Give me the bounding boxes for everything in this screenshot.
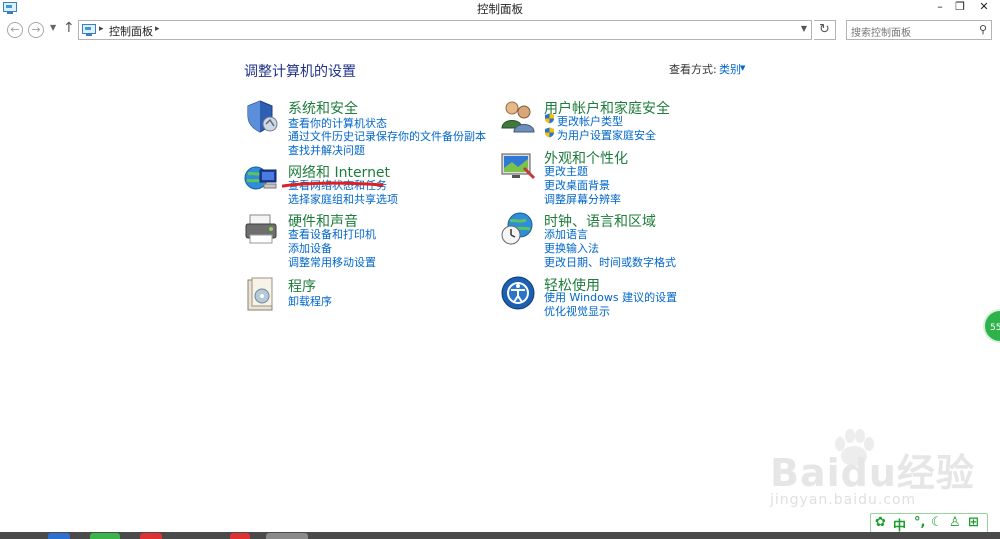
network-globe-icon[interactable] [244,162,280,198]
link-uninstall-program[interactable]: 卸载程序 [288,293,332,309]
taskbar [0,532,1000,539]
printer-icon[interactable] [244,211,280,247]
watermark-text: Baidu经验 [770,451,975,495]
chevron-down-icon[interactable]: ▼ [740,64,745,72]
taskbar-item[interactable] [90,533,120,539]
link-optimize-visual-display[interactable]: 优化视觉显示 [544,303,610,319]
minimize-button[interactable]: – [930,0,950,15]
breadcrumb-control-panel[interactable]: 控制面板 [109,23,153,39]
watermark-url: jingyan.baidu.com [770,492,917,508]
up-button[interactable]: ↑ [63,20,75,36]
link-mobility-settings[interactable]: 调整常用移动设置 [288,254,376,270]
user-icon[interactable]: ♙ [949,515,961,530]
punctuation-icon[interactable]: °, [914,515,925,530]
search-input[interactable]: 搜索控制面板 ⚲ [846,20,992,40]
refresh-button[interactable]: ↻ [814,20,836,40]
ime-toolbar: ✿ 中 °, ☾ ♙ ⊞ [870,513,988,534]
taskbar-item[interactable] [48,533,70,539]
baidu-watermark: Baidu经验 jingyan.baidu.com [762,428,982,518]
moon-icon[interactable]: ☾ [931,515,943,530]
page-title: 调整计算机的设置 [244,64,356,80]
window-title: 控制面板 [477,2,523,16]
link-homegroup-sharing[interactable]: 选择家庭组和共享选项 [288,191,398,207]
uac-shield-icon [545,113,554,124]
address-box[interactable]: ▸ 控制面板 ▸ ▼ [78,20,812,40]
address-toolbar: ← → ▼ ↑ ▸ 控制面板 ▸ ▼ ↻ 搜索控制面板 ⚲ [0,17,1000,43]
floating-badge[interactable]: 55 [983,309,1000,343]
grid-icon[interactable]: ⊞ [968,515,979,530]
link-date-time-format[interactable]: 更改日期、时间或数字格式 [544,254,676,270]
title-bar: 控制面板 – ❐ ✕ [0,0,1000,17]
clock-globe-icon[interactable] [500,211,536,247]
forward-button[interactable]: → [28,22,44,38]
link-family-safety[interactable]: 为用户设置家庭安全 [557,127,656,143]
breadcrumb-chevron-icon[interactable]: ▸ [155,24,160,34]
address-dropdown-icon[interactable]: ▼ [801,24,807,33]
red-annotation-underline [282,181,384,188]
recent-locations-dropdown[interactable]: ▼ [50,23,56,32]
paw-icon[interactable]: ✿ [875,515,886,530]
uac-shield-icon [545,127,554,138]
close-button[interactable]: ✕ [972,0,996,15]
control-panel-icon [82,24,96,36]
link-troubleshoot[interactable]: 查找并解决问题 [288,142,365,158]
link-screen-resolution[interactable]: 调整屏幕分辨率 [544,191,621,207]
view-by-label: 查看方式: [669,63,717,76]
search-icon[interactable]: ⚲ [979,23,987,36]
ease-of-access-icon[interactable] [500,275,536,311]
taskbar-item[interactable] [230,533,250,539]
view-by-dropdown[interactable]: 类别 [719,61,741,77]
users-icon[interactable] [500,98,536,134]
taskbar-item[interactable] [266,533,308,539]
monitor-paint-icon[interactable] [500,148,536,184]
restore-button[interactable]: ❐ [950,0,970,15]
breadcrumb-chevron-icon[interactable]: ▸ [99,24,104,34]
shield-icon[interactable] [244,98,280,134]
search-placeholder: 搜索控制面板 [851,28,911,39]
back-button[interactable]: ← [7,22,23,38]
taskbar-item[interactable] [140,533,162,539]
programs-icon[interactable] [244,276,280,312]
